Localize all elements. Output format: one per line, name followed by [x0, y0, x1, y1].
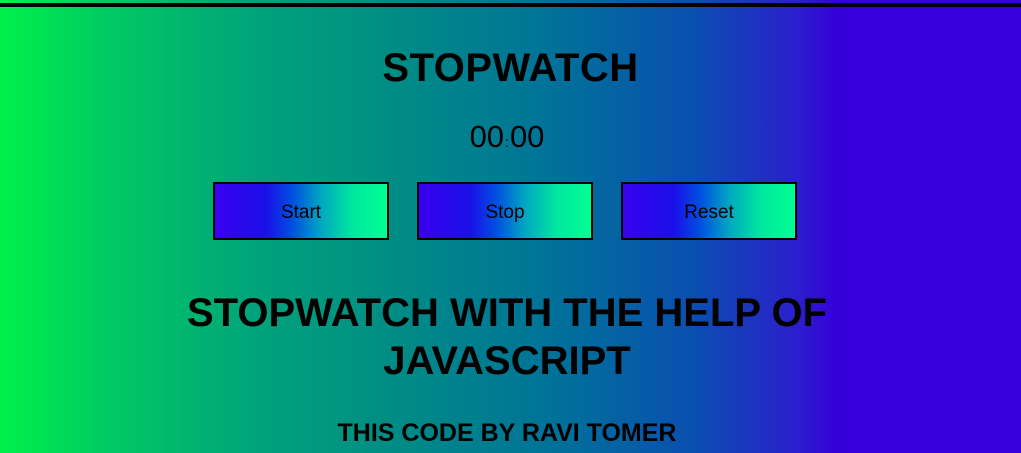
author-credit: THIS CODE BY RAVI TOMER [337, 419, 677, 447]
heading-line-1: STOPWATCH WITH THE HELP OF [187, 291, 827, 335]
heading-line-2: JAVASCRIPT [383, 339, 631, 383]
page-title: STOPWATCH [382, 46, 639, 90]
timer-separator: : [505, 134, 509, 150]
top-border [0, 3, 1021, 7]
timer-display: 00:00 [0, 118, 1014, 161]
stop-button[interactable]: Stop [417, 182, 593, 240]
timer-seconds: 00 [509, 119, 545, 154]
start-button[interactable]: Start [213, 182, 389, 240]
reset-button[interactable]: Reset [621, 182, 797, 240]
control-buttons: Start Stop Reset [213, 182, 801, 244]
timer-minutes: 00 [469, 119, 505, 154]
page-heading: STOPWATCH WITH THE HELP OF JAVASCRIPT [0, 289, 1014, 385]
